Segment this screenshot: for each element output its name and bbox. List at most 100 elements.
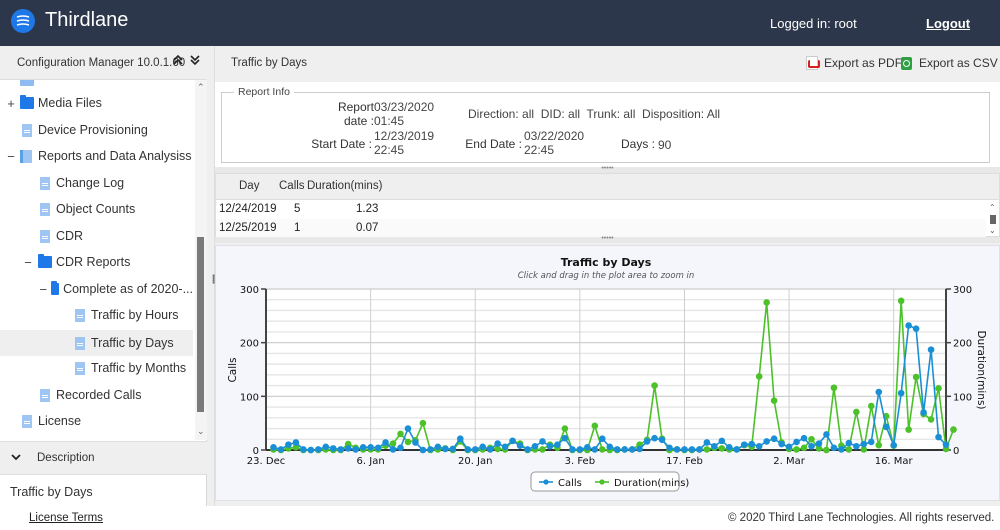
data-point-duration-mins xyxy=(935,384,942,392)
data-point-calls xyxy=(838,446,845,453)
tree-item-traffic-by-days[interactable]: Traffic by Days xyxy=(0,330,193,356)
export-csv-button[interactable]: Export as CSV xyxy=(901,56,998,70)
folder-icon xyxy=(20,95,34,109)
table-row[interactable]: 12/24/2019 5 1.23 xyxy=(216,200,986,219)
tree-item-label: CDR Reports xyxy=(56,255,131,269)
report-info-legend: Report Info xyxy=(234,86,294,98)
document-icon xyxy=(75,336,85,350)
tree-item-media-files[interactable]: + Media Files xyxy=(4,91,193,115)
column-header-day[interactable]: Day xyxy=(239,180,259,192)
tree-item-reports-and-data-analysis[interactable]: − Reports and Data Analysiss xyxy=(4,144,193,168)
legend-marker-duration-mins xyxy=(599,479,605,485)
data-point-calls xyxy=(270,444,277,451)
folder-icon xyxy=(20,80,34,86)
traffic-chart[interactable]: 23. Dec 6. Jan 20. Jan 3. Feb 17. Feb 2. Mar 1… xyxy=(216,246,1000,502)
data-point-calls xyxy=(935,433,942,441)
panel-splitter[interactable]: ••••• xyxy=(207,46,218,506)
data-point-calls xyxy=(778,440,785,448)
legend-item-calls[interactable]: Calls xyxy=(558,478,582,489)
collapse-icon[interactable]: − xyxy=(4,149,18,164)
navigation-header: Configuration Manager 10.0.1.60 xyxy=(0,46,207,80)
collapse-down-icon[interactable] xyxy=(189,54,201,69)
data-point-calls xyxy=(785,443,793,451)
data-point-calls xyxy=(359,444,367,451)
tree-item-object-counts[interactable]: Object Counts xyxy=(40,197,193,221)
data-point-calls xyxy=(277,446,285,453)
tree-item-license[interactable]: License xyxy=(22,409,193,433)
scrollbar-thumb[interactable] xyxy=(990,215,996,224)
tree-item-complete-report[interactable]: − Complete as of 2020-... xyxy=(39,277,193,301)
chevron-down-icon[interactable] xyxy=(11,450,21,464)
license-terms-link[interactable]: License Terms xyxy=(29,512,103,524)
data-point-calls xyxy=(389,446,397,453)
grid-scrollbar[interactable]: ⌃ ⌄ xyxy=(986,201,999,237)
scroll-up-icon[interactable]: ⌃ xyxy=(989,203,996,212)
data-point-calls xyxy=(367,444,374,451)
column-header-calls[interactable]: Calls xyxy=(279,180,305,192)
data-point-calls xyxy=(651,434,658,442)
main-content: Traffic by Days Export as PDF Export as … xyxy=(215,46,1000,506)
scrollbar-thumb[interactable] xyxy=(197,237,204,412)
data-point-calls xyxy=(688,446,696,453)
data-point-duration-mins xyxy=(950,426,957,433)
data-point-calls xyxy=(315,446,322,453)
tree-item-cdr[interactable]: CDR xyxy=(40,224,193,248)
data-point-duration-mins xyxy=(808,435,815,443)
tree-item-change-log[interactable]: Change Log xyxy=(40,171,193,195)
data-point-calls xyxy=(419,446,427,454)
data-point-duration-mins xyxy=(651,382,658,389)
tree-scrollbar[interactable]: ⌃ ⌄ xyxy=(195,80,207,440)
column-header-duration[interactable]: Duration(mins) xyxy=(307,180,382,192)
collapse-icon[interactable]: − xyxy=(39,282,48,297)
navigation-tree: + Media Files Device Provisioning − Repo… xyxy=(0,80,195,440)
data-point-calls xyxy=(569,446,576,453)
tree-item-recorded-calls[interactable]: Recorded Calls xyxy=(40,383,193,407)
data-point-duration-mins xyxy=(718,445,726,452)
x-tick-label: 23. Dec xyxy=(247,456,285,467)
data-point-duration-mins xyxy=(823,446,830,454)
y2-axis-title: Duration(mins) xyxy=(975,330,987,409)
data-point-duration-mins xyxy=(703,446,711,453)
description-title: Description xyxy=(37,452,95,464)
scroll-down-icon[interactable]: ⌄ xyxy=(197,426,205,437)
data-point-calls xyxy=(374,444,382,452)
data-point-calls xyxy=(763,438,770,445)
logout-link[interactable]: Logout xyxy=(926,16,970,31)
tree-item-cdr-reports[interactable]: − CDR Reports xyxy=(21,250,193,274)
data-point-duration-mins xyxy=(905,426,912,433)
data-point-calls xyxy=(591,446,599,453)
report-info-fieldset: Report Info Report date : 03/23/2020 01:… xyxy=(221,86,990,163)
data-point-calls xyxy=(561,434,569,442)
document-icon xyxy=(75,361,85,375)
data-point-calls xyxy=(658,436,666,444)
data-point-calls xyxy=(927,346,935,353)
tree-item-traffic-by-months[interactable]: Traffic by Months xyxy=(75,356,193,380)
y-tick-label: 0 xyxy=(253,446,259,457)
grid-chart-splitter[interactable]: ••••• xyxy=(215,235,1000,243)
collapse-icon[interactable]: − xyxy=(21,255,35,270)
cell-day: 12/25/2019 xyxy=(219,222,277,234)
grid-header: Day Calls Duration(mins) xyxy=(216,174,999,200)
collapse-up-icon[interactable] xyxy=(172,54,184,69)
scroll-down-icon[interactable]: ⌄ xyxy=(989,226,996,235)
export-pdf-button[interactable]: Export as PDF xyxy=(806,56,902,70)
data-point-calls xyxy=(920,409,927,416)
tree-item-traffic-by-hours[interactable]: Traffic by Hours xyxy=(75,303,193,327)
y2-tick-label: 0 xyxy=(953,446,959,457)
data-point-calls xyxy=(509,437,516,445)
document-icon xyxy=(75,308,85,322)
days-value: 90 xyxy=(658,138,672,152)
report-info-panel: Report Info Report date : 03/23/2020 01:… xyxy=(215,82,1000,167)
data-point-duration-mins xyxy=(867,402,875,410)
tree-item-label: CDR xyxy=(56,229,84,243)
data-point-calls xyxy=(427,446,434,453)
data-point-duration-mins xyxy=(755,373,763,380)
data-point-duration-mins xyxy=(770,397,778,404)
scroll-up-icon[interactable]: ⌃ xyxy=(197,82,205,93)
description-header[interactable]: Description xyxy=(0,441,207,475)
expand-icon[interactable]: + xyxy=(4,96,18,111)
document-icon xyxy=(40,176,50,190)
legend-item-duration-mins[interactable]: Duration(mins) xyxy=(614,478,689,489)
report-filters: Direction: all DID: all Trunk: all Dispo… xyxy=(468,107,721,121)
tree-item-device-provisioning[interactable]: Device Provisioning xyxy=(22,118,193,142)
